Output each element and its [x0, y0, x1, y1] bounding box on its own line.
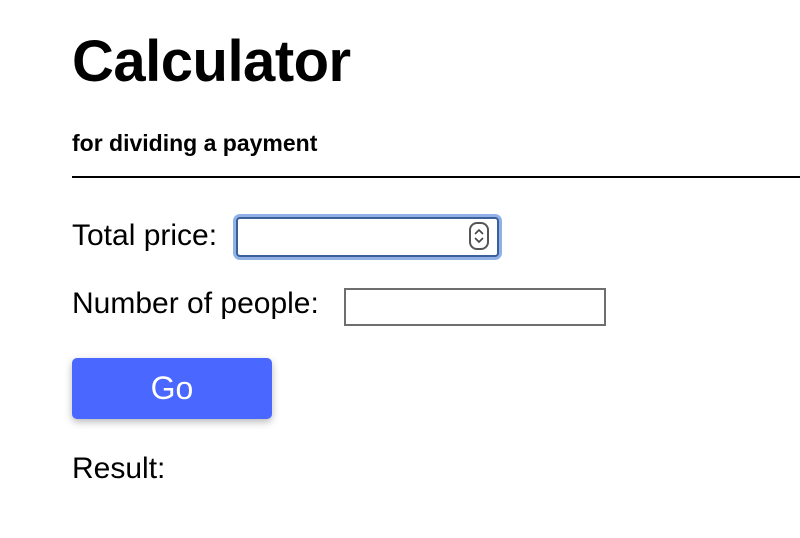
go-button[interactable]: Go [72, 358, 272, 419]
result-label: Result: [72, 452, 166, 485]
page-subtitle: for dividing a payment [72, 130, 318, 156]
number-of-people-input[interactable] [344, 288, 606, 326]
number-of-people-label: Number of people: [72, 287, 319, 320]
header-divider [72, 176, 800, 178]
number-spinner-icon[interactable] [469, 222, 489, 250]
page-title: Calculator [72, 29, 351, 94]
total-price-input[interactable] [236, 217, 499, 257]
spinner-arrows-icon [474, 229, 484, 243]
total-price-label: Total price: [72, 219, 218, 252]
